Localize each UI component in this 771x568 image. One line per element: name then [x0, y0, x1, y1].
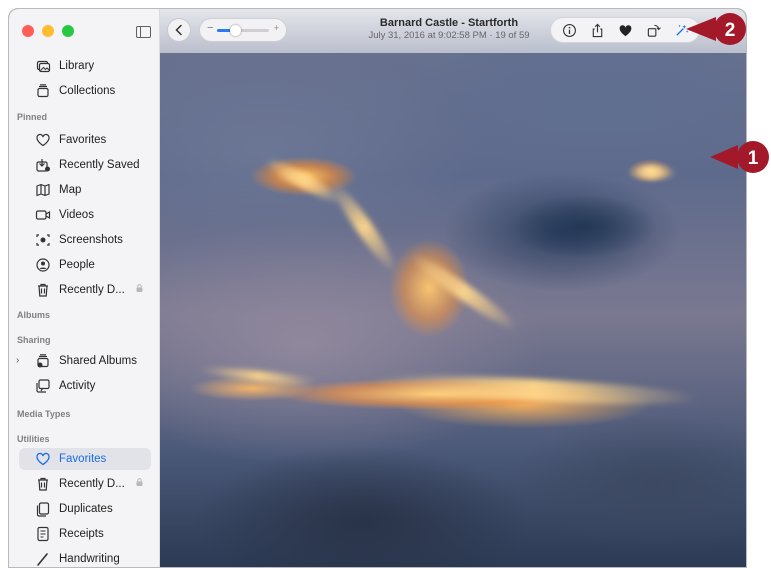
- info-icon[interactable]: [561, 22, 577, 38]
- photo-title: Barnard Castle - Startforth July 31, 201…: [339, 17, 559, 41]
- sidebar-item-label: Shared Albums: [59, 355, 137, 367]
- receipt-icon: [35, 526, 51, 542]
- section-header-sharing: Sharing: [17, 335, 51, 345]
- shared-albums-icon: [35, 353, 51, 369]
- sidebar-item-activity[interactable]: Activity: [19, 375, 151, 397]
- section-header-pinned: Pinned: [17, 112, 48, 122]
- callout-1: 1: [710, 141, 769, 173]
- screenshot-icon: [35, 232, 51, 248]
- photos-window: Library Collections Pinned Favorites Rec…: [8, 8, 747, 568]
- sidebar-item-people[interactable]: People: [19, 254, 151, 276]
- sidebar-item-label: Recently D...: [59, 284, 125, 296]
- callout-2-number: 2: [725, 20, 736, 41]
- toolbar: − + Barnard Castle - Startforth July 31,…: [159, 9, 746, 53]
- activity-icon: [35, 378, 51, 394]
- lock-icon: [136, 478, 143, 486]
- sidebar-item-label: Favorites: [59, 134, 107, 146]
- trash-icon: [35, 476, 51, 492]
- video-icon: [35, 207, 51, 223]
- sidebar-item-label: Favorites: [59, 453, 107, 465]
- sidebar-item-recently-deleted-2[interactable]: Recently D...: [19, 473, 151, 495]
- heart-icon[interactable]: [617, 22, 633, 38]
- rotate-icon[interactable]: [645, 22, 661, 38]
- sidebar-item-recently-deleted[interactable]: Recently D...: [19, 279, 151, 301]
- zoom-window-button[interactable]: [62, 25, 74, 37]
- minimize-button[interactable]: [42, 25, 54, 37]
- sidebar-item-label: Duplicates: [59, 503, 113, 515]
- sidebar-item-map[interactable]: Map: [19, 179, 151, 201]
- close-button[interactable]: [22, 25, 34, 37]
- sidebar-item-recently-saved[interactable]: Recently Saved: [19, 154, 151, 176]
- photo-title-text: Barnard Castle - Startforth: [379, 17, 519, 29]
- zoom-track[interactable]: [217, 25, 269, 36]
- sidebar-item-shared-albums[interactable]: Shared Albums: [19, 350, 151, 372]
- photo-actions: [551, 18, 699, 42]
- sidebar-item-collections[interactable]: Collections: [19, 80, 151, 102]
- sidebar-item-label: Recently Saved: [59, 159, 140, 171]
- sidebar-item-label: People: [59, 259, 95, 271]
- callout-1-number: 1: [748, 148, 759, 169]
- map-icon: [35, 182, 51, 198]
- sidebar-item-videos[interactable]: Videos: [19, 204, 151, 226]
- sidebar-toggle-icon[interactable]: [136, 26, 151, 38]
- sidebar-item-receipts[interactable]: Receipts: [19, 523, 151, 545]
- recently-saved-icon: [35, 157, 51, 173]
- sidebar-item-handwriting[interactable]: Handwriting: [19, 548, 151, 567]
- duplicates-icon: [35, 501, 51, 517]
- sidebar-item-label: Map: [59, 184, 82, 196]
- window-controls: [22, 25, 74, 37]
- sidebar-item-screenshots[interactable]: Screenshots: [19, 229, 151, 251]
- sidebar-item-library[interactable]: Library: [19, 55, 151, 77]
- chevron-left-icon: [175, 24, 182, 36]
- zoom-knob[interactable]: [229, 25, 241, 36]
- callout-2: 2: [686, 13, 746, 45]
- sidebar-item-label: Recently D...: [59, 478, 125, 490]
- section-header-media-types: Media Types: [17, 409, 71, 419]
- sidebar-item-label: Collections: [59, 85, 116, 97]
- sidebar-item-label: Library: [59, 60, 95, 72]
- share-icon[interactable]: [589, 22, 605, 38]
- sidebar-item-favorites[interactable]: Favorites: [19, 129, 151, 151]
- heart-icon: [35, 132, 51, 148]
- lock-icon: [136, 284, 143, 292]
- collections-icon: [35, 83, 51, 99]
- sidebar-item-label: Handwriting: [59, 553, 120, 565]
- zoom-slider[interactable]: − +: [200, 19, 286, 41]
- sidebar-item-label: Screenshots: [59, 234, 123, 246]
- zoom-out-icon[interactable]: −: [207, 22, 213, 34]
- zoom-in-icon[interactable]: +: [274, 23, 279, 33]
- section-header-albums: Albums: [17, 310, 51, 320]
- sidebar-item-duplicates[interactable]: Duplicates: [19, 498, 151, 520]
- photo-library-icon: [35, 58, 51, 74]
- sidebar: Library Collections Pinned Favorites Rec…: [9, 9, 160, 567]
- photo-subtitle: July 31, 2016 at 9:02:58 PM · 19 of 59: [368, 30, 530, 41]
- sidebar-item-label: Activity: [59, 380, 96, 392]
- sidebar-item-label: Receipts: [59, 528, 104, 540]
- back-button[interactable]: [168, 19, 190, 41]
- person-icon: [35, 257, 51, 273]
- heart-icon: [35, 451, 51, 467]
- trash-icon: [35, 282, 51, 298]
- section-header-utilities: Utilities: [17, 434, 50, 444]
- sidebar-item-label: Videos: [59, 209, 94, 221]
- sidebar-item-favorites-selected[interactable]: Favorites: [19, 448, 151, 470]
